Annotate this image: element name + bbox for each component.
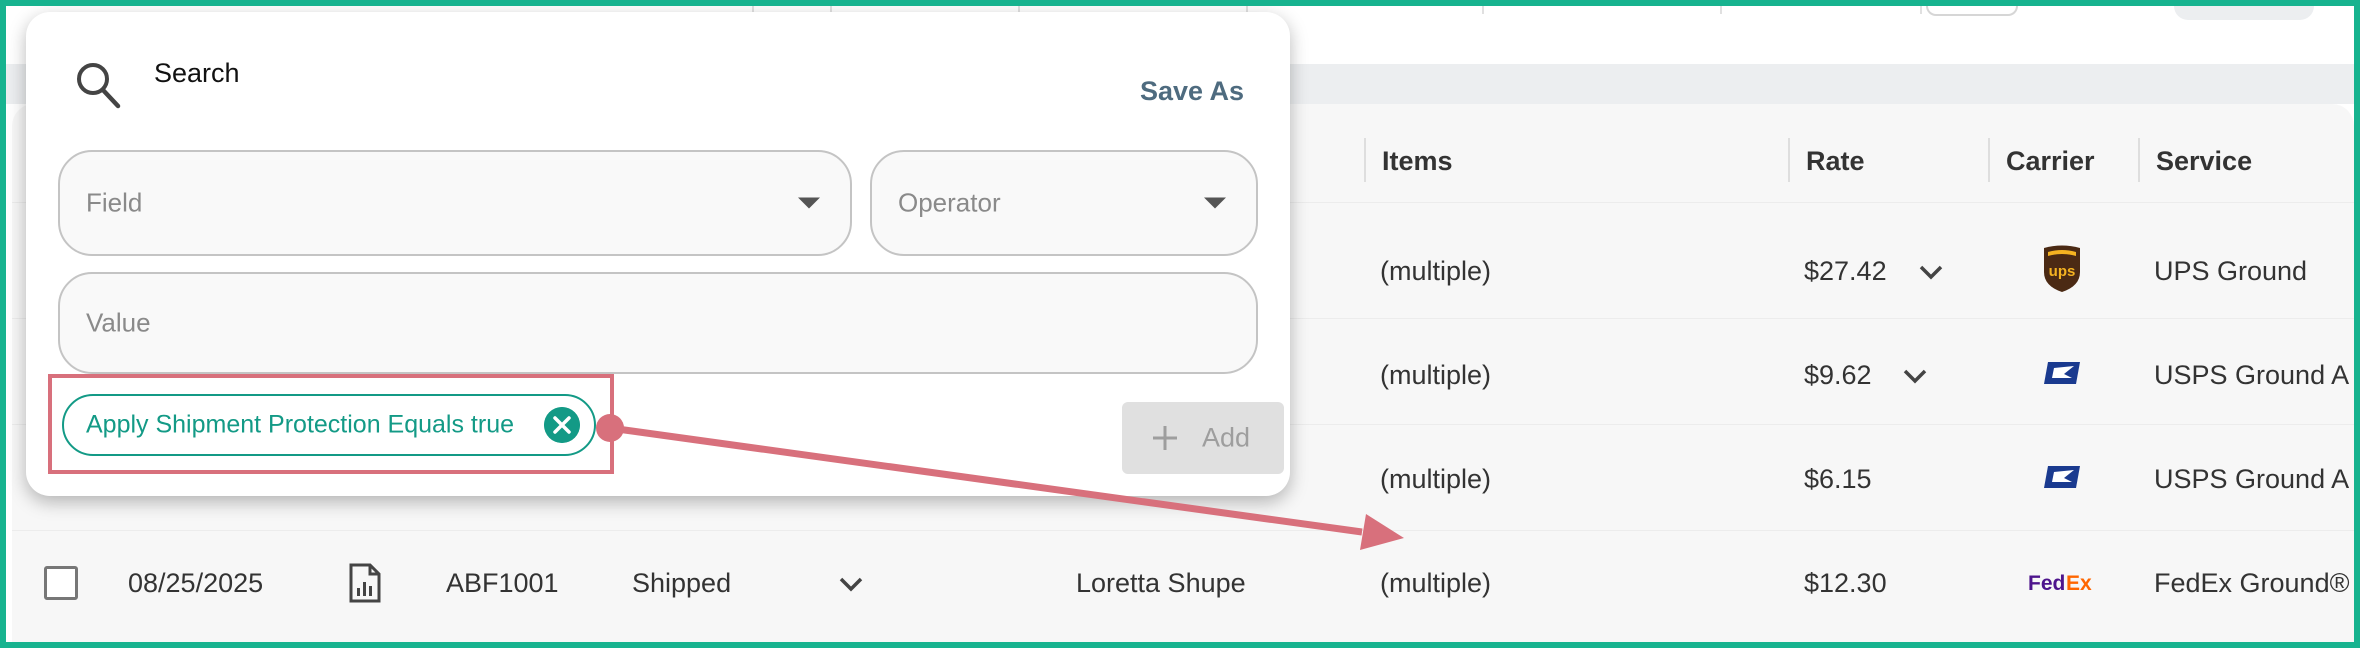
annotation-arrow [596,414,1404,550]
